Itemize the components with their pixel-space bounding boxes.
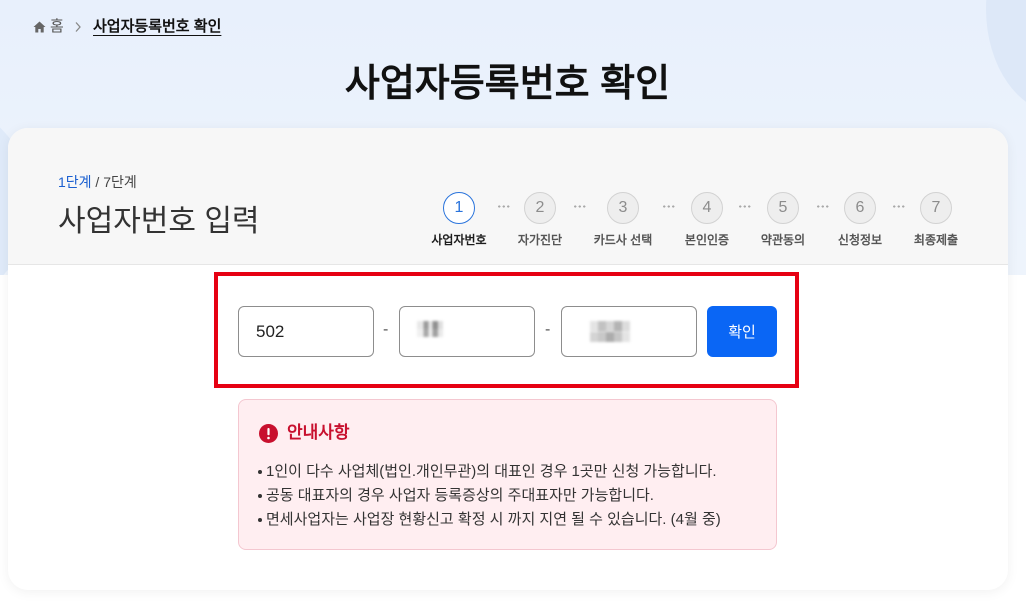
masked-value (590, 321, 630, 342)
step-number: 7 (920, 192, 952, 224)
step-number: 5 (767, 192, 799, 224)
breadcrumb-current[interactable]: 사업자등록번호 확인 (93, 17, 221, 37)
notice-item: 면세사업자는 사업장 현황신고 확정 시 까지 지연 될 수 있습니다. (4월… (258, 508, 768, 532)
step-count: 1단계 / 7단계 (58, 173, 137, 191)
notice-list: 1인이 다수 사업체(법인.개인무관)의 대표인 경우 1곳만 신청 가능합니다… (258, 460, 768, 532)
step-number: 3 (607, 192, 639, 224)
step-number: 4 (691, 192, 723, 224)
masked-value (417, 321, 443, 337)
page-title: 사업자등록번호 확인 (344, 63, 671, 105)
step-number: 6 (844, 192, 876, 224)
field-separator: - (545, 321, 551, 338)
total-steps: / 7단계 (91, 174, 137, 190)
step-2: 2 자가진단 (498, 192, 582, 252)
step-label: 최종제출 (913, 233, 959, 247)
notice-item: 공동 대표자의 경우 사업자 등록증상의 주대표자만 가능합니다. (258, 484, 768, 508)
breadcrumb-home[interactable]: 홈 (50, 18, 64, 36)
business-number-field-1[interactable] (238, 306, 374, 357)
step-number: 2 (524, 192, 556, 224)
step-3: 3 카드사 선택 (581, 192, 665, 252)
confirm-button[interactable]: 확인 (707, 306, 777, 357)
section-title: 사업자번호 입력 (58, 205, 260, 238)
current-step: 1단계 (58, 174, 92, 190)
home-icon[interactable] (33, 21, 46, 33)
notice-item: 1인이 다수 사업체(법인.개인무관)의 대표인 경우 1곳만 신청 가능합니다… (258, 460, 768, 484)
notice-title: 안내사항 (287, 423, 350, 442)
step-7: 7 최종제출 (894, 192, 978, 252)
chevron-right-icon (75, 22, 81, 32)
field-separator: - (383, 321, 389, 338)
step-number: 1 (443, 192, 475, 224)
exclamation-circle-icon (259, 424, 278, 443)
business-number-input-1[interactable] (239, 307, 373, 356)
